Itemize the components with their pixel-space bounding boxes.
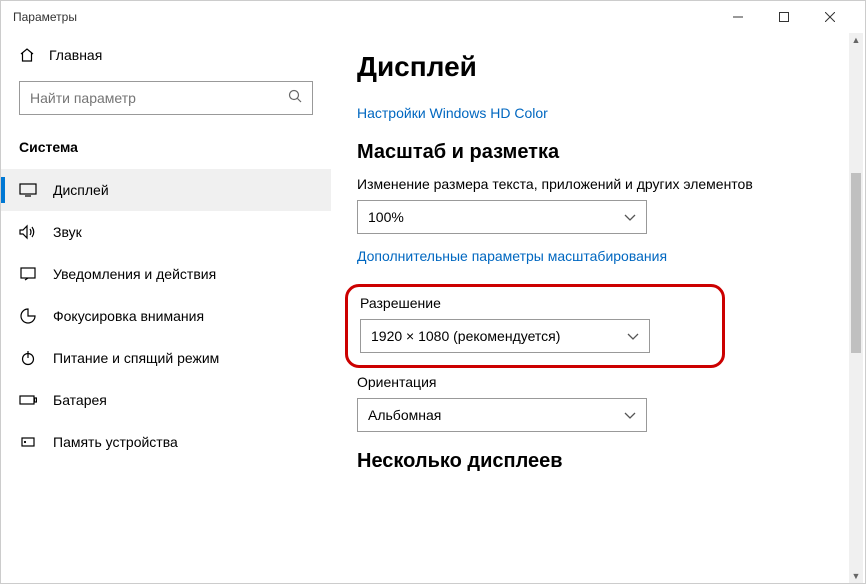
search-icon bbox=[288, 89, 302, 108]
home-icon bbox=[19, 47, 35, 63]
sidebar-item-label: Дисплей bbox=[53, 182, 109, 198]
sidebar-item-storage[interactable]: Память устройства bbox=[1, 421, 331, 463]
resolution-label: Разрешение bbox=[360, 295, 710, 311]
page-title: Дисплей bbox=[357, 51, 825, 83]
multi-display-heading: Несколько дисплеев bbox=[357, 450, 825, 473]
scale-heading: Масштаб и разметка bbox=[357, 141, 825, 164]
titlebar: Параметры bbox=[1, 1, 865, 33]
chevron-down-icon bbox=[624, 407, 636, 423]
power-icon bbox=[19, 349, 37, 367]
focus-icon bbox=[19, 307, 37, 325]
close-button[interactable] bbox=[807, 1, 853, 33]
scale-value: 100% bbox=[368, 209, 404, 225]
sidebar-item-sound[interactable]: Звук bbox=[1, 211, 331, 253]
scrollbar-up-icon[interactable]: ▲ bbox=[849, 33, 863, 47]
sidebar-item-focus[interactable]: Фокусировка внимания bbox=[1, 295, 331, 337]
home-link[interactable]: Главная bbox=[1, 37, 331, 77]
orientation-value: Альбомная bbox=[368, 407, 441, 423]
notifications-icon bbox=[19, 265, 37, 283]
sidebar-item-label: Питание и спящий режим bbox=[53, 350, 219, 366]
search-box[interactable] bbox=[19, 81, 313, 115]
orientation-label: Ориентация bbox=[357, 374, 825, 390]
display-icon bbox=[19, 181, 37, 199]
maximize-button[interactable] bbox=[761, 1, 807, 33]
sidebar-item-label: Батарея bbox=[53, 392, 107, 408]
sidebar-section-label: Система bbox=[1, 133, 331, 169]
resolution-dropdown[interactable]: 1920 × 1080 (рекомендуется) bbox=[360, 319, 650, 353]
sidebar-item-display[interactable]: Дисплей bbox=[1, 169, 331, 211]
window-title: Параметры bbox=[13, 10, 715, 24]
battery-icon bbox=[19, 391, 37, 409]
scrollbar[interactable]: ▲ ▼ bbox=[849, 33, 863, 583]
sidebar-item-notifications[interactable]: Уведомления и действия bbox=[1, 253, 331, 295]
sidebar-item-battery[interactable]: Батарея bbox=[1, 379, 331, 421]
sidebar-item-label: Звук bbox=[53, 224, 82, 240]
minimize-button[interactable] bbox=[715, 1, 761, 33]
home-label: Главная bbox=[49, 47, 102, 63]
nav-list: Дисплей Звук Уведомления и действия bbox=[1, 169, 331, 463]
sidebar-item-label: Уведомления и действия bbox=[53, 266, 216, 282]
orientation-dropdown[interactable]: Альбомная bbox=[357, 398, 647, 432]
scrollbar-down-icon[interactable]: ▼ bbox=[849, 569, 863, 583]
sidebar-item-label: Фокусировка внимания bbox=[53, 308, 204, 324]
chevron-down-icon bbox=[627, 328, 639, 344]
sidebar: Главная Система Дисплей bbox=[1, 33, 331, 583]
scale-dropdown[interactable]: 100% bbox=[357, 200, 647, 234]
resolution-value: 1920 × 1080 (рекомендуется) bbox=[371, 328, 560, 344]
hd-color-link[interactable]: Настройки Windows HD Color bbox=[357, 105, 825, 121]
advanced-scale-link[interactable]: Дополнительные параметры масштабирования bbox=[357, 248, 825, 264]
sidebar-item-label: Память устройства bbox=[53, 434, 178, 450]
main-panel: Дисплей Настройки Windows HD Color Масшт… bbox=[331, 33, 865, 583]
chevron-down-icon bbox=[624, 209, 636, 225]
sidebar-item-power[interactable]: Питание и спящий режим bbox=[1, 337, 331, 379]
storage-icon bbox=[19, 433, 37, 451]
sound-icon bbox=[19, 223, 37, 241]
resolution-highlight: Разрешение 1920 × 1080 (рекомендуется) bbox=[345, 284, 725, 368]
scale-label: Изменение размера текста, приложений и д… bbox=[357, 176, 825, 192]
scrollbar-thumb[interactable] bbox=[851, 173, 861, 353]
search-input[interactable] bbox=[30, 90, 288, 106]
